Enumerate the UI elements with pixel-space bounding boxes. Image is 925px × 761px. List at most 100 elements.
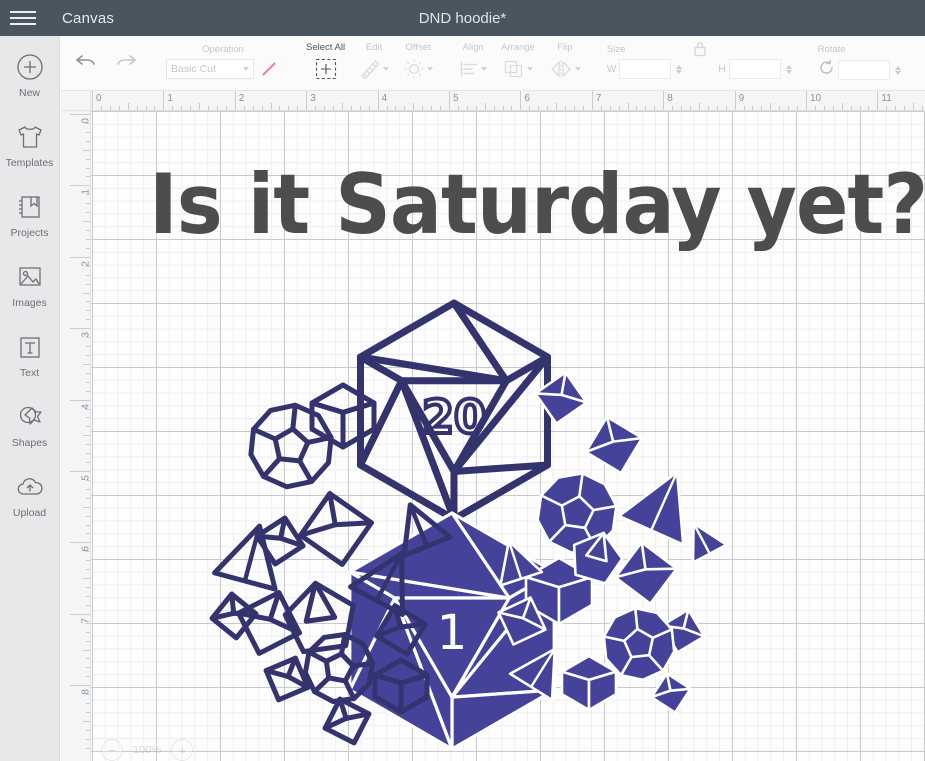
ruler-tick-minor [913, 103, 915, 110]
ruler-tick-minor [86, 479, 90, 481]
flip-button[interactable]: Flip [542, 36, 588, 81]
sidebar-item-shapes[interactable]: Shapes [0, 400, 60, 470]
ruler-tick-minor [86, 497, 90, 499]
ruler-tick-minor [199, 103, 201, 110]
ruler-tick-minor [493, 106, 495, 110]
select-all-button[interactable]: Select All [299, 36, 352, 81]
ruler-tick-minor [145, 106, 147, 110]
ruler-tick-minor [86, 444, 90, 446]
sidebar-item-upload[interactable]: Upload [0, 470, 60, 540]
redo-arrow-icon[interactable] [113, 52, 137, 75]
ruler-label: 9 [738, 93, 745, 104]
position-group: Position X [920, 36, 925, 79]
ruler-tick-minor [297, 106, 299, 110]
cloud-upload-icon [15, 470, 45, 504]
edit-caption: Edit [365, 42, 383, 53]
d4-outline [212, 523, 278, 592]
ruler-tick-minor [341, 103, 343, 110]
artwork-layer[interactable]: Is it Saturday yet? 20 1 [91, 111, 925, 761]
ruler-tick-minor [475, 106, 477, 110]
width-stepper[interactable] [676, 64, 683, 74]
ruler-tick-minor [86, 631, 90, 633]
align-button[interactable]: Align [452, 36, 494, 81]
hamburger-menu-icon[interactable] [0, 0, 46, 36]
rotate-caption: Rotate [817, 44, 846, 55]
picture-icon [16, 260, 44, 294]
height-input[interactable] [728, 59, 781, 79]
d8-filled [584, 415, 644, 475]
ruler-tick-minor [86, 747, 90, 749]
sidebar-label-new: New [18, 87, 40, 99]
arrange-layers-icon [501, 57, 535, 81]
ruler-tick-minor [83, 292, 90, 294]
ruler-label: 11 [881, 93, 892, 104]
ruler-tick-minor [208, 106, 210, 110]
arrange-caption: Arrange [501, 42, 535, 53]
sidebar-item-images[interactable]: Images [0, 260, 60, 330]
operation-group: Operation Basic Cut [159, 36, 287, 79]
ruler-tick-minor [83, 506, 90, 508]
ruler-tick-minor [689, 106, 691, 110]
zoom-controls[interactable]: − 100% + [101, 739, 316, 761]
sidebar-item-projects[interactable]: Projects [0, 190, 60, 260]
ruler-tick-major [70, 542, 90, 544]
d8-filled [614, 541, 678, 605]
pen-swatch-icon[interactable] [258, 59, 280, 79]
ruler-tick-minor [86, 533, 90, 535]
zoom-out-button[interactable]: − [101, 739, 123, 761]
edit-button[interactable]: Edit [352, 36, 396, 81]
ruler-tick-major [70, 613, 90, 615]
rotate-stepper[interactable] [894, 65, 901, 75]
zoom-value: 100% [133, 744, 162, 756]
ruler-tick-minor [86, 265, 90, 267]
rotate-icon[interactable] [818, 59, 835, 81]
d12-outline [248, 402, 334, 490]
ruler-tick-minor [83, 720, 90, 722]
ruler-tick-major [806, 91, 807, 110]
top-header-bar: Canvas DND hoodie* [0, 0, 925, 36]
ruler-tick-minor [109, 106, 111, 110]
ruler-tick-minor [86, 158, 90, 160]
edit-toolbar: Operation Basic Cut Select All Edit Offs… [61, 36, 925, 91]
ruler-tick-minor [573, 106, 575, 110]
ruler-tick-minor [86, 310, 90, 312]
height-stepper[interactable] [785, 64, 792, 74]
dice-artwork[interactable]: 20 1 [91, 111, 925, 761]
arrange-button[interactable]: Arrange [494, 36, 542, 81]
d8-filled [534, 371, 588, 425]
design-canvas[interactable]: Is it Saturday yet? 20 1 − 100% + [91, 111, 925, 761]
ruler-tick-minor [797, 106, 799, 110]
sidebar-item-text[interactable]: Text [0, 330, 60, 400]
ruler-tick-minor [86, 488, 90, 490]
offset-burst-icon [403, 57, 434, 81]
ruler-tick-minor [86, 587, 90, 589]
ruler-tick-minor [618, 106, 620, 110]
zoom-in-button[interactable]: + [171, 739, 194, 761]
chevron-down-icon [383, 67, 390, 71]
ruler-tick-minor [136, 106, 138, 110]
shapes-star-icon [16, 400, 44, 434]
lock-aspect-ratio-button[interactable] [689, 36, 711, 63]
operation-select[interactable]: Basic Cut [166, 59, 254, 79]
sidebar-item-templates[interactable]: Templates [0, 120, 60, 190]
chevron-down-icon [526, 67, 533, 71]
edit-tools-icon [359, 57, 390, 81]
width-input[interactable] [619, 59, 672, 79]
ruler-tick-minor [86, 604, 90, 606]
ruler-tick-minor [86, 319, 90, 321]
undo-arrow-icon[interactable] [75, 52, 99, 75]
ruler-tick-major [70, 471, 90, 472]
ruler-tick-minor [645, 106, 647, 110]
ruler-tick-minor [895, 106, 897, 110]
left-sidebar: New Templates Projects Images Text Shape… [0, 36, 60, 761]
sidebar-item-new[interactable]: New [0, 50, 60, 120]
ruler-tick-minor [466, 106, 468, 110]
ruler-tick-minor [100, 106, 102, 110]
horizontal-ruler: 0 1 2 3 4 5 6 7 8 9 10 11 [91, 91, 925, 111]
ruler-tick-minor [86, 729, 90, 731]
ruler-tick-minor [404, 106, 406, 110]
ruler-tick-minor [761, 106, 763, 110]
ruler-tick-minor [859, 106, 861, 110]
rotate-input[interactable] [837, 60, 890, 80]
offset-button[interactable]: Offset [396, 36, 440, 81]
